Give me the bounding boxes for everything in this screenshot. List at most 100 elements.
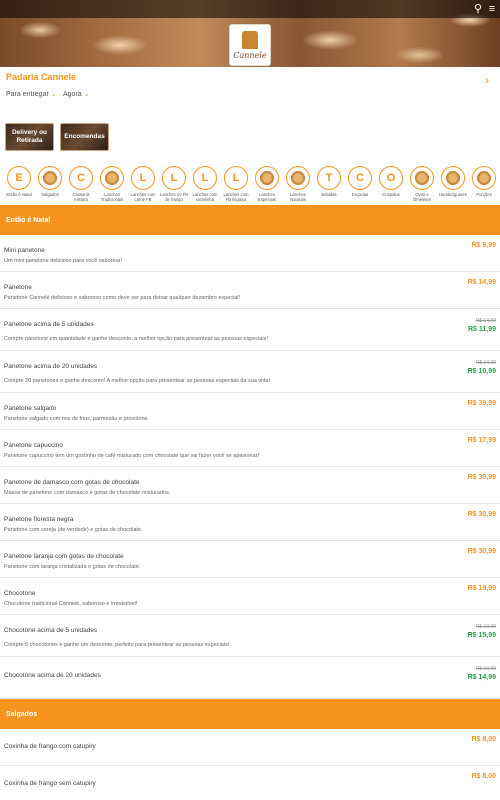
delivery-dropdown-label: Para entregar [6,91,49,98]
store-logo: Cannele [229,24,271,66]
product-description: Um mini panetone delicioso para você sab… [4,258,123,264]
product-row[interactable]: Chocotone acima de 5 unidades Compre 5 ch… [0,615,500,657]
product-sale-price: R$ 15,99 [467,632,496,639]
product-description: Panetone com laranja cristalizada e gota… [4,564,141,570]
category-item[interactable]: Lanches Naturais [283,166,313,202]
category-label: Lanches no FB de frango [159,192,189,202]
category-item[interactable]: L Lanches com carne FB [128,166,158,202]
category-label: Então é Natal [6,192,32,197]
category-item[interactable]: O Cuspidos [376,166,406,197]
category-label: Cássanis mistura [72,192,90,202]
product-name: Coxinha de frango sem catupiry [4,780,96,787]
category-label: Lanches com FB lingüiça [223,192,249,202]
category-food-icon [38,166,62,190]
category-food-icon [255,166,279,190]
product-sale-price: R$ 11,99 [467,326,496,333]
category-letter-icon: L [162,166,186,190]
product-sale-price: R$ 14,99 [467,674,496,681]
product-description: Panetone capuccino tem um gostinho de ca… [4,453,259,459]
category-label: Cuspidos [382,192,400,197]
product-price: R$ 19,99 [467,585,496,592]
logo-text: Cannele [233,50,267,60]
product-row[interactable]: Mini panetone Um mini panetone delicioso … [0,235,500,272]
delivery-pickup-label: Delivery ou Retirada [11,129,48,144]
product-name: Panetone acima de 20 unidades [4,363,98,370]
product-row[interactable]: Coxinha de frango sem catupiry R$ 8,00 [0,766,500,800]
product-row[interactable]: Chocotone acima de 20 unidades R$ 19,99 R$… [0,657,500,699]
category-food-icon [410,166,434,190]
category-item[interactable]: Ovos e Omeletes [407,166,437,202]
search-icon[interactable]: ⚲ [472,3,484,15]
category-item[interactable]: Lanches Especiais [252,166,282,202]
delivery-dropdown[interactable]: Para entregar ⌄ [6,90,57,98]
category-label: Doçarias [351,192,369,197]
category-label: Bebidas [321,192,337,197]
time-dropdown-label: Agora [63,91,82,98]
orders-button[interactable]: Encomendas [60,123,109,151]
category-item[interactable]: T Bebidas [314,166,344,197]
product-description: Panetone com cereja (de verdade) e gotas… [4,527,143,533]
category-item[interactable]: Hambúrgueres [438,166,468,197]
product-description: Chocotone tradicional Cannelé, saboroso … [4,601,138,607]
section-header: Salgados [0,699,500,729]
product-price: R$ 30,99 [467,511,496,518]
category-item[interactable]: L Lanches no FB de frango [159,166,189,202]
category-letter-icon: E [7,166,31,190]
category-food-icon [100,166,124,190]
category-item[interactable]: Porções [469,166,499,197]
product-row[interactable]: Panetone floresta negra Panetone com cere… [0,504,500,541]
category-item[interactable]: L Lanches com FB lingüiça [221,166,251,202]
category-item[interactable]: E Então é Natal [4,166,34,197]
product-name: Panetone acima de 5 unidades [4,321,94,328]
product-name: Panetone laranja com gotas de chocolate [4,553,124,560]
category-letter-icon: L [224,166,248,190]
category-label: Hambúrgueres [439,192,467,197]
product-name: Panetone capuccino [4,442,63,449]
category-label: Lanches Naturais [290,192,306,202]
category-letter-icon: C [348,166,372,190]
product-row[interactable]: Panetone Panetone Cannelé delicioso e sab… [0,272,500,309]
category-food-icon [472,166,496,190]
product-name: Panetone [4,284,32,291]
product-description: Massa de panetone com damasco e gotas de… [4,490,171,496]
category-label: Lanches com carne FB [130,192,156,202]
product-row[interactable]: Coxinha de frango com catupiry R$ 8,00 [0,729,500,766]
product-old-price: R$ 14,99 [475,318,496,324]
product-price: R$ 8,00 [471,736,496,743]
category-label: Porções [476,192,492,197]
product-row[interactable]: Panetone salgado Panetone salgado com mix… [0,393,500,430]
product-old-price: R$ 14,99 [475,360,496,366]
product-name: Chocotone acima de 20 unidades [4,672,101,679]
category-label: Lanches Especiais [258,192,276,202]
store-name[interactable]: Padaria Cannele [6,72,76,82]
time-dropdown[interactable]: Agora ⌄ [63,90,90,98]
product-description: Panetone Cannelé delicioso e saboroso co… [4,295,241,301]
product-row[interactable]: Panetone capuccino Panetone capuccino tem… [0,430,500,467]
category-letter-icon: L [131,166,155,190]
product-row[interactable]: Chocotone Chocotone tradicional Cannelé, … [0,578,500,615]
category-item[interactable]: C Cássanis mistura [66,166,96,202]
category-item[interactable]: C Doçarias [345,166,375,197]
header-banner: ⚲ ≡ Cannele [0,0,500,67]
chevron-right-icon[interactable]: › [485,73,489,87]
menu-icon[interactable]: ≡ [486,3,498,15]
product-name: Coxinha de frango com catupiry [4,743,96,750]
product-row[interactable]: Panetone acima de 5 unidades Compre panet… [0,309,500,351]
product-row[interactable]: Panetone de damasco com gotas de chocola… [0,467,500,504]
product-description: Compre 20 panetones e ganhe desconto! A … [4,378,271,384]
category-label: Lanches Tradicionais [100,192,124,202]
top-bar: ⚲ ≡ [0,0,500,18]
product-sale-price: R$ 10,99 [467,368,496,375]
product-row[interactable]: Panetone laranja com gotas de chocolate P… [0,541,500,578]
category-item[interactable]: L Lanches com cebolinha [190,166,220,202]
product-name: Panetone floresta negra [4,516,74,523]
category-item[interactable]: Salgados [35,166,65,197]
product-row[interactable]: Panetone acima de 20 unidades Compre 20 p… [0,351,500,393]
category-item[interactable]: Lanches Tradicionais [97,166,127,202]
category-food-icon [441,166,465,190]
category-letter-icon: L [193,166,217,190]
product-name: Chocotone [4,590,36,597]
delivery-pickup-button[interactable]: Delivery ou Retirada [5,123,54,151]
product-price: R$ 8,00 [471,773,496,780]
category-food-icon [286,166,310,190]
